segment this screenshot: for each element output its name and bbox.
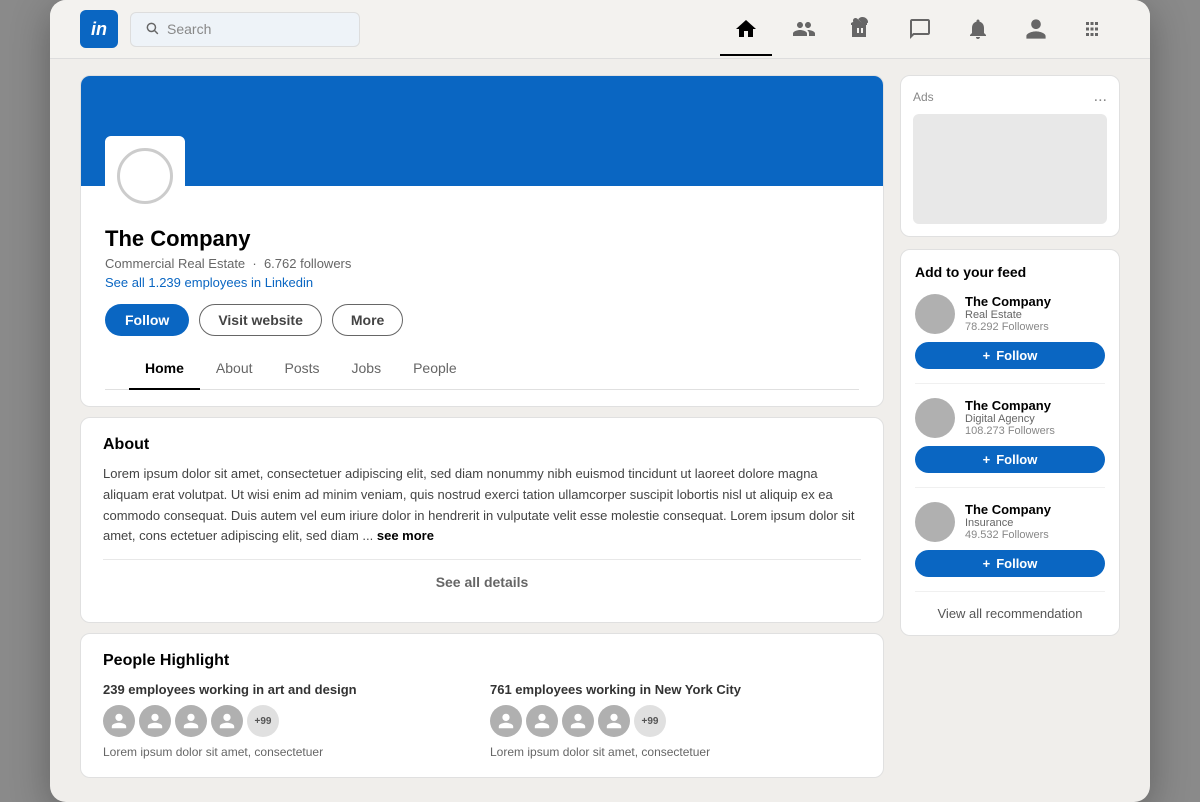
company-banner xyxy=(81,76,883,186)
feed-info-1: The Company Real Estate 78.292 Followers xyxy=(965,294,1051,333)
avatar-6 xyxy=(526,705,558,737)
nav-messages[interactable] xyxy=(894,13,946,45)
feed-info-2: The Company Digital Agency 108.273 Follo… xyxy=(965,398,1055,437)
ads-more-button[interactable]: ... xyxy=(1094,88,1107,106)
feed-followers-3: 49.532 Followers xyxy=(965,529,1051,541)
company-name: The Company xyxy=(105,226,859,252)
nav-home[interactable] xyxy=(720,13,772,45)
tab-people[interactable]: People xyxy=(397,348,473,390)
nav-jobs[interactable] xyxy=(836,13,888,45)
ads-header: Ads ... xyxy=(913,88,1107,106)
nav-network[interactable] xyxy=(778,13,830,45)
feed-info-3: The Company Insurance 49.532 Followers xyxy=(965,502,1051,541)
right-panel: Ads ... Add to your feed The Company Rea… xyxy=(900,75,1120,778)
linkedin-logo[interactable]: in xyxy=(80,10,118,48)
ads-label: Ads xyxy=(913,90,934,104)
search-icon xyxy=(145,21,159,38)
tab-jobs[interactable]: Jobs xyxy=(336,348,398,390)
people-highlight-title: People Highlight xyxy=(103,652,861,670)
about-text: Lorem ipsum dolor sit amet, consectetuer… xyxy=(103,464,861,547)
see-more-link[interactable]: see more xyxy=(377,528,434,543)
tab-posts[interactable]: Posts xyxy=(269,348,336,390)
avatar-7 xyxy=(562,705,594,737)
people-group-2-title: 761 employees working in New York City xyxy=(490,682,861,697)
nav-grid[interactable] xyxy=(1068,13,1120,45)
ads-placeholder xyxy=(913,114,1107,224)
left-panel: The Company Commercial Real Estate · 6.7… xyxy=(80,75,884,778)
feed-item-2: The Company Digital Agency 108.273 Follo… xyxy=(915,398,1105,488)
feed-item-3: The Company Insurance 49.532 Followers +… xyxy=(915,502,1105,592)
feed-followers-2: 108.273 Followers xyxy=(965,425,1055,437)
plus-icon-3: + xyxy=(983,556,991,571)
tab-about[interactable]: About xyxy=(200,348,269,390)
company-actions: Follow Visit website More xyxy=(105,304,859,336)
company-tabs: Home About Posts Jobs People xyxy=(105,348,859,390)
main-content: The Company Commercial Real Estate · 6.7… xyxy=(50,59,1150,802)
feed-name-2: The Company xyxy=(965,398,1055,413)
feed-follow-button-1[interactable]: + Follow xyxy=(915,342,1105,369)
people-sub-2: Lorem ipsum dolor sit amet, consectetuer xyxy=(490,745,861,759)
people-grid: 239 employees working in art and design xyxy=(103,682,861,759)
feed-name-1: The Company xyxy=(965,294,1051,309)
plus-icon-2: + xyxy=(983,452,991,467)
company-logo xyxy=(117,148,173,204)
visit-website-button[interactable]: Visit website xyxy=(199,304,322,336)
feed-avatar-1 xyxy=(915,294,955,334)
feed-type-3: Insurance xyxy=(965,517,1051,529)
nav-notifications[interactable] xyxy=(952,13,1004,45)
see-all-details-button[interactable]: See all details xyxy=(103,559,861,604)
nav-icons xyxy=(720,13,1120,45)
feed-follow-button-3[interactable]: + Follow xyxy=(915,550,1105,577)
avatar-3 xyxy=(175,705,207,737)
avatar-row-2: +99 xyxy=(490,705,861,737)
avatar-more-2: +99 xyxy=(634,705,666,737)
people-group-1-title: 239 employees working in art and design xyxy=(103,682,474,697)
feed-avatar-2 xyxy=(915,398,955,438)
company-logo-wrapper xyxy=(105,136,185,216)
avatar-row-1: +99 xyxy=(103,705,474,737)
company-employees-link[interactable]: See all 1.239 employees in Linkedin xyxy=(105,275,859,290)
avatar-5 xyxy=(490,705,522,737)
feed-followers-1: 78.292 Followers xyxy=(965,321,1051,333)
feed-item-1-top: The Company Real Estate 78.292 Followers xyxy=(915,294,1105,334)
feed-title: Add to your feed xyxy=(915,264,1105,280)
feed-item-2-top: The Company Digital Agency 108.273 Follo… xyxy=(915,398,1105,438)
feed-item-1: The Company Real Estate 78.292 Followers… xyxy=(915,294,1105,384)
company-meta: Commercial Real Estate · 6.762 followers xyxy=(105,256,859,271)
feed-follow-button-2[interactable]: + Follow xyxy=(915,446,1105,473)
nav-profile[interactable] xyxy=(1010,13,1062,45)
avatar-1 xyxy=(103,705,135,737)
feed-name-3: The Company xyxy=(965,502,1051,517)
company-info: The Company Commercial Real Estate · 6.7… xyxy=(81,186,883,406)
search-input[interactable]: Search xyxy=(167,21,211,37)
avatar-2 xyxy=(139,705,171,737)
company-card: The Company Commercial Real Estate · 6.7… xyxy=(80,75,884,407)
people-sub-1: Lorem ipsum dolor sit amet, consectetuer xyxy=(103,745,474,759)
about-title: About xyxy=(103,436,861,454)
feed-card: Add to your feed The Company Real Estate… xyxy=(900,249,1120,636)
avatar-4 xyxy=(211,705,243,737)
view-all-link[interactable]: View all recommendation xyxy=(915,606,1105,621)
avatar-more-1: +99 xyxy=(247,705,279,737)
feed-type-1: Real Estate xyxy=(965,309,1051,321)
avatar-8 xyxy=(598,705,630,737)
more-button[interactable]: More xyxy=(332,304,403,336)
browser-window: in Search xyxy=(50,0,1150,802)
follow-button[interactable]: Follow xyxy=(105,304,189,336)
feed-type-2: Digital Agency xyxy=(965,413,1055,425)
ads-card: Ads ... xyxy=(900,75,1120,237)
people-group-2: 761 employees working in New York City xyxy=(490,682,861,759)
feed-avatar-3 xyxy=(915,502,955,542)
people-group-1: 239 employees working in art and design xyxy=(103,682,474,759)
navbar: in Search xyxy=(50,0,1150,59)
plus-icon-1: + xyxy=(983,348,991,363)
people-card: People Highlight 239 employees working i… xyxy=(80,633,884,778)
search-bar[interactable]: Search xyxy=(130,12,360,47)
tab-home[interactable]: Home xyxy=(129,348,200,390)
feed-item-3-top: The Company Insurance 49.532 Followers xyxy=(915,502,1105,542)
about-card: About Lorem ipsum dolor sit amet, consec… xyxy=(80,417,884,623)
